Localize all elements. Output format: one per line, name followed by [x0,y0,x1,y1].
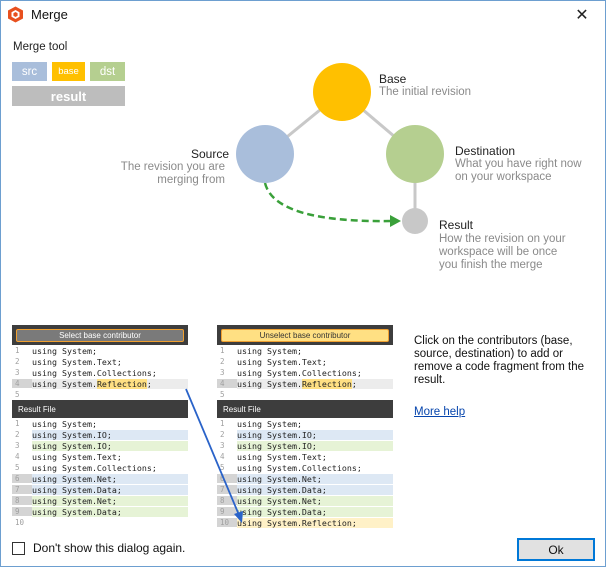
dont-show-again-label: Don't show this dialog again. [33,541,186,555]
result-line: 7 using System.Data; [12,484,188,495]
result-code-view: 1 using System; 2 using System.IO; 3 using … [217,418,393,528]
result-node [402,208,428,234]
result-line: 1 using System; [15,418,97,429]
result-code-view: 1 using System; 2 using System.IO; 3 using … [12,418,188,528]
code-line: 5 [220,390,225,399]
base-desc: The initial revision [379,86,472,98]
help-text: Click on the contributors (base, source,… [414,335,585,386]
right-code-panel: Unselect base contributor 1 using System;… [217,325,393,528]
result-desc: How the revision on your workspace will … [439,233,566,271]
code-line: 4 using System.Reflection; [12,378,188,389]
result-line: 2 using System.IO; [217,429,393,440]
source-label: Source [191,147,230,161]
result-line: 1 using System; [220,418,302,429]
result-line: 5 using System.Collections; [15,462,157,473]
result-line: 5 using System.Collections; [220,462,362,473]
result-file-header: Result File [217,400,393,418]
code-line: 4 using System.Reflection; [217,378,393,389]
arrow-head [390,215,401,227]
dont-show-again-checkbox[interactable] [12,541,25,555]
select-base-contributor-button[interactable]: Select base contributor [16,328,184,342]
destination-desc: What you have right now on your workspac… [455,158,582,183]
result-line: 6 using System.Net; [12,473,188,484]
result-line: 6 using System.Net; [217,473,393,484]
merge-dialog: Merge ✕ Merge tool src base dst result B… [0,0,606,567]
source-node [236,125,294,183]
code-line: 1 using System; [15,345,97,356]
code-line: 3 using System.Collections; [220,367,362,378]
result-line: 9 using System.Data; [217,506,393,517]
left-code-panel: Select base contributor 1 using System; 2… [12,325,188,528]
result-line: 9 using System.Data; [12,506,188,517]
destination-node [386,125,444,183]
result-label: Result [439,218,474,232]
code-line: 1 using System; [220,345,302,356]
result-line: 8 using System.Net; [217,495,393,506]
unselect-base-contributor-button[interactable]: Unselect base contributor [221,328,389,342]
result-line: 8 using System.Net; [12,495,188,506]
result-line: 7 using System.Data; [217,484,393,495]
dont-show-again-checkbox-row[interactable]: Don't show this dialog again. [12,541,185,555]
result-line: 10 [15,518,25,527]
code-line: 2 using System.Text; [220,356,327,367]
base-code-view: 1 using System; 2 using System.Text; 3 usin… [217,345,393,400]
result-line: 4 using System.Text; [15,451,122,462]
ok-button[interactable]: Ok [517,538,595,561]
result-line: 10 using System.Reflection; [217,517,393,528]
result-line: 3 using System.IO; [217,440,393,451]
destination-label: Destination [455,144,516,158]
code-line: 2 using System.Text; [15,356,122,367]
code-line: 3 using System.Collections; [15,367,157,378]
base-node [313,63,371,121]
source-desc: The revision you are merging from [120,161,225,186]
code-line: 5 [15,390,20,399]
base-label: Base [379,72,407,86]
source-to-result-arrow [263,182,394,223]
result-line: 2 using System.IO; [12,429,188,440]
result-file-header: Result File [12,400,188,418]
result-line: 3 using System.IO; [12,440,188,451]
base-code-view: 1 using System; 2 using System.Text; 3 usin… [12,345,188,400]
more-help-link[interactable]: More help [414,406,465,418]
result-line: 4 using System.Text; [220,451,327,462]
